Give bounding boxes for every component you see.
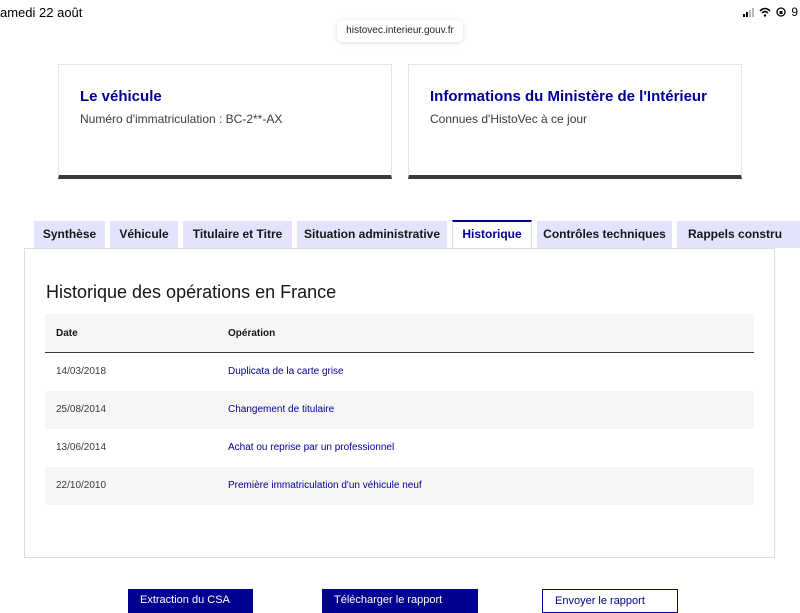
row-operation: Première immatriculation d'un véhicule n… xyxy=(228,480,422,491)
download-report-button[interactable]: Télécharger le rapport xyxy=(322,589,478,613)
row-operation: Changement de titulaire xyxy=(228,404,335,415)
signal-icon xyxy=(743,7,755,17)
table-header: Date Opération xyxy=(45,314,754,353)
registration-number: Numéro d'immatriculation : BC-2**-AX xyxy=(80,112,283,126)
row-date: 13/06/2014 xyxy=(56,442,107,453)
status-date: amedi 22 août xyxy=(0,5,83,20)
battery-level: 9 xyxy=(791,5,798,19)
operations-table: Date Opération 14/03/2018 Duplicata de l… xyxy=(45,314,754,505)
row-date: 14/03/2018 xyxy=(56,366,107,377)
tab-titulaire-titre[interactable]: Titulaire et Titre xyxy=(183,221,292,248)
tab-rappels-constructeur[interactable]: Rappels constru xyxy=(677,221,800,248)
ministry-card-subtitle: Connues d'HistoVec à ce jour xyxy=(430,112,588,126)
tab-situation-administrative[interactable]: Situation administrative xyxy=(297,221,447,248)
vehicle-card: Le véhicule Numéro d'immatriculation : B… xyxy=(58,64,392,179)
url-bar[interactable]: histovec.interieur.gouv.fr xyxy=(337,20,463,42)
panel-title: Historique des opérations en France xyxy=(46,282,337,302)
row-operation: Achat ou reprise par un professionnel xyxy=(228,442,395,453)
orientation-lock-icon xyxy=(776,7,786,17)
send-report-button[interactable]: Envoyer le rapport xyxy=(542,589,678,613)
table-row: 14/03/2018 Duplicata de la carte grise xyxy=(45,353,754,391)
ministry-card: Informations du Ministère de l'Intérieur… xyxy=(408,64,742,179)
row-operation: Duplicata de la carte grise xyxy=(228,366,344,377)
column-header-date: Date xyxy=(56,328,78,339)
table-body: 14/03/2018 Duplicata de la carte grise 2… xyxy=(45,353,754,505)
tab-bar: Synthèse Véhicule Titulaire et Titre Sit… xyxy=(0,220,800,248)
column-header-operation: Opération xyxy=(228,328,276,339)
extract-csa-button[interactable]: Extraction du CSA xyxy=(128,589,253,613)
table-row: 22/10/2010 Première immatriculation d'un… xyxy=(45,467,754,505)
vehicle-card-title: Le véhicule xyxy=(80,88,162,105)
status-indicators: 9 xyxy=(743,5,798,19)
table-row: 13/06/2014 Achat ou reprise par un profe… xyxy=(45,429,754,467)
tab-synthese[interactable]: Synthèse xyxy=(34,221,105,248)
tab-vehicule[interactable]: Véhicule xyxy=(110,221,178,248)
wifi-icon xyxy=(759,7,771,17)
table-row: 25/08/2014 Changement de titulaire xyxy=(45,391,754,429)
ministry-card-title: Informations du Ministère de l'Intérieur xyxy=(430,88,707,105)
row-date: 25/08/2014 xyxy=(56,404,107,415)
row-date: 22/10/2010 xyxy=(56,480,107,491)
tab-historique[interactable]: Historique xyxy=(452,220,532,248)
tab-controles-techniques[interactable]: Contrôles techniques xyxy=(537,221,672,248)
